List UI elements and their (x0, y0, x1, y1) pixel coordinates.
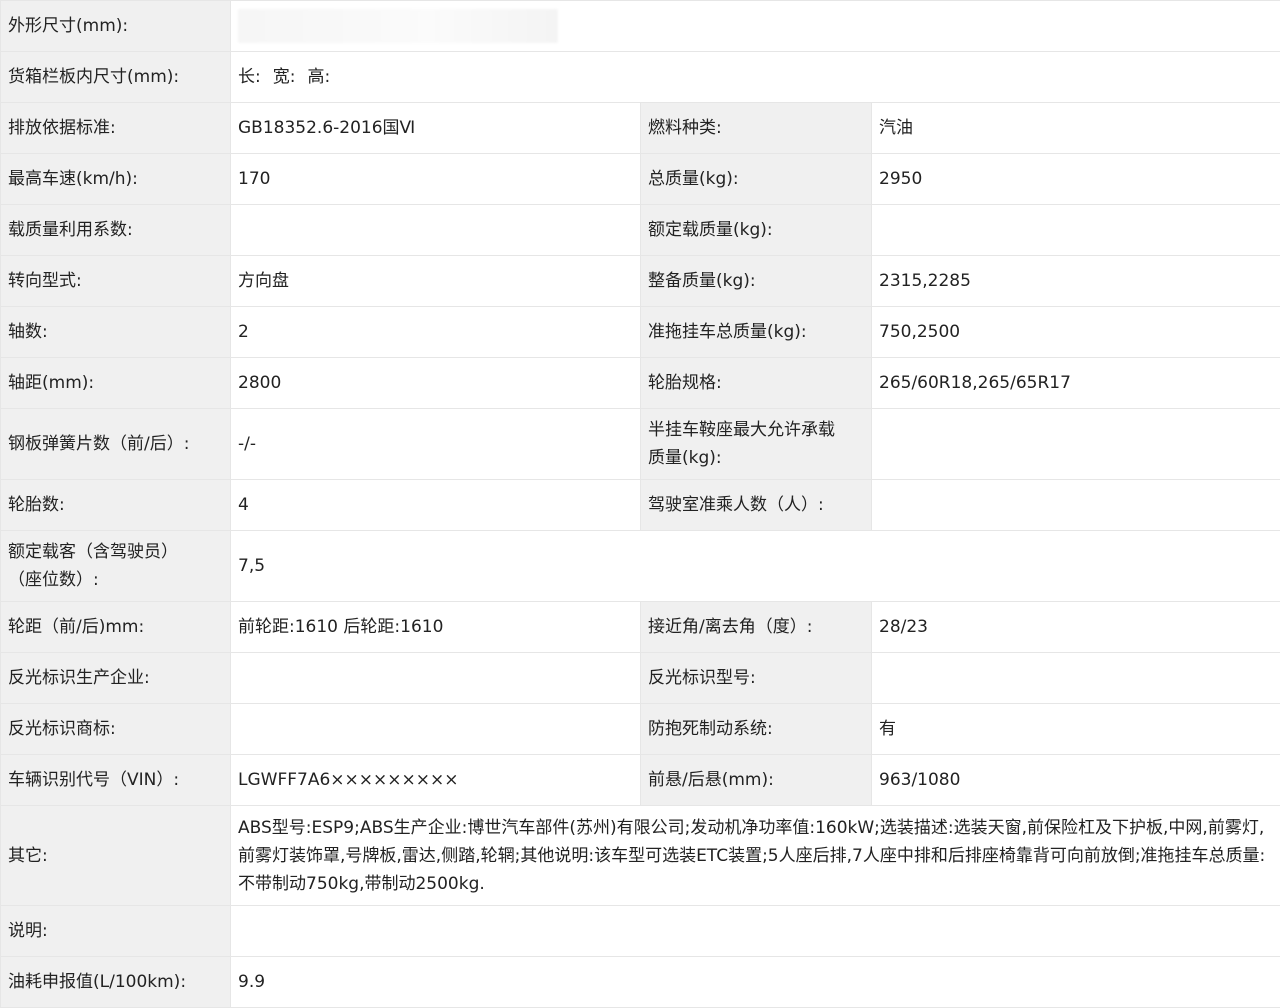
axles-label: 轴数: (0, 306, 231, 358)
table-row: 其它: ABS型号:ESP9;ABS生产企业:博世汽车部件(苏州)有限公司;发动… (0, 805, 1280, 906)
angle-label: 接近角/离去角（度）: (640, 601, 872, 653)
load-util-label: 载质量利用系数: (0, 204, 231, 256)
table-row: 最高车速(km/h): 170 总质量(kg): 2950 (0, 153, 1280, 205)
table-row: 轴数: 2 准拖挂车总质量(kg): 750,2500 (0, 306, 1280, 358)
reflect-brand-value (230, 703, 641, 755)
passengers-label: 额定载客（含驾驶员） （座位数）: (0, 530, 231, 602)
outer-size-value (229, 0, 1280, 52)
angle-value: 28/23 (870, 601, 1280, 653)
track-value: 前轮距:1610 后轮距:1610 (230, 601, 641, 653)
table-row: 车辆识别代号（VIN）: LGWFF7A6××××××××× 前悬/后悬(mm)… (0, 754, 1280, 806)
overhang-label: 前悬/后悬(mm): (640, 754, 872, 806)
table-row: 轴距(mm): 2800 轮胎规格: 265/60R18,265/65R17 (0, 357, 1280, 409)
cargo-width: 宽: (272, 67, 296, 87)
cargo-height: 高: (307, 67, 331, 87)
load-util-value (230, 204, 641, 256)
passengers-label-line2: （座位数）: (8, 570, 99, 590)
vin-value: LGWFF7A6××××××××× (230, 754, 641, 806)
cab-seats-value (870, 479, 1280, 531)
leaf-spring-label: 钢板弹簧片数（前/后）: (0, 408, 231, 480)
table-row: 转向型式: 方向盘 整备质量(kg): 2315,2285 (0, 255, 1280, 307)
table-row: 排放依据标准: GB18352.6-2016国Ⅵ 燃料种类: 汽油 (0, 102, 1280, 154)
note-value (229, 905, 1280, 957)
table-row: 轮胎数: 4 驾驶室准乘人数（人）: (0, 479, 1280, 531)
spec-table: 外形尺寸(mm): 货箱栏板内尺寸(mm): 长: 宽: 高: 排放依据标准: GB… (0, 0, 1280, 1008)
table-row: 外形尺寸(mm): (0, 0, 1280, 52)
table-row: 轮距（前/后)mm: 前轮距:1610 后轮距:1610 接近角/离去角（度）:… (0, 601, 1280, 653)
max-speed-value: 170 (230, 153, 641, 205)
wheelbase-value: 2800 (230, 357, 641, 409)
tire-count-label: 轮胎数: (0, 479, 231, 531)
cab-seats-label: 驾驶室准乘人数（人）: (640, 479, 872, 531)
fuel-label: 燃料种类: (640, 102, 872, 154)
passengers-value: 7,5 (229, 530, 1280, 602)
max-speed-label: 最高车速(km/h): (0, 153, 231, 205)
saddle-label-line1: 半挂车鞍座最大允许承载 (648, 420, 835, 440)
overhang-value: 963/1080 (870, 754, 1280, 806)
curb-mass-label: 整备质量(kg): (640, 255, 872, 307)
reflect-brand-label: 反光标识商标: (0, 703, 231, 755)
saddle-label-line2: 质量(kg): (648, 448, 722, 468)
rated-load-label: 额定载质量(kg): (640, 204, 872, 256)
reflect-model-label: 反光标识型号: (640, 652, 872, 704)
fuel-consumption-label: 油耗申报值(L/100km): (0, 956, 231, 1008)
fuel-value: 汽油 (870, 102, 1280, 154)
saddle-label: 半挂车鞍座最大允许承载 质量(kg): (640, 408, 872, 480)
outer-size-label: 外形尺寸(mm): (0, 0, 231, 52)
reflect-maker-label: 反光标识生产企业: (0, 652, 231, 704)
steering-label: 转向型式: (0, 255, 231, 307)
other-value: ABS型号:ESP9;ABS生产企业:博世汽车部件(苏州)有限公司;发动机净功率… (229, 805, 1280, 906)
track-label: 轮距（前/后)mm: (0, 601, 231, 653)
emission-value: GB18352.6-2016国Ⅵ (230, 102, 641, 154)
table-row: 货箱栏板内尺寸(mm): 长: 宽: 高: (0, 51, 1280, 103)
table-row: 额定载客（含驾驶员） （座位数）: 7,5 (0, 530, 1280, 602)
tire-spec-value: 265/60R18,265/65R17 (870, 357, 1280, 409)
emission-label: 排放依据标准: (0, 102, 231, 154)
wheelbase-label: 轴距(mm): (0, 357, 231, 409)
cargo-size-value: 长: 宽: 高: (229, 51, 1280, 103)
leaf-spring-value: -/- (230, 408, 641, 480)
reflect-maker-value (230, 652, 641, 704)
table-row: 反光标识商标: 防抱死制动系统: 有 (0, 703, 1280, 755)
vin-label: 车辆识别代号（VIN）: (0, 754, 231, 806)
tire-count-value: 4 (230, 479, 641, 531)
steering-value: 方向盘 (230, 255, 641, 307)
abs-label: 防抱死制动系统: (640, 703, 872, 755)
table-row: 载质量利用系数: 额定载质量(kg): (0, 204, 1280, 256)
table-row: 反光标识生产企业: 反光标识型号: (0, 652, 1280, 704)
towing-value: 750,2500 (870, 306, 1280, 358)
table-row: 钢板弹簧片数（前/后）: -/- 半挂车鞍座最大允许承载 质量(kg): (0, 408, 1280, 480)
table-row: 油耗申报值(L/100km): 9.9 (0, 956, 1280, 1008)
fuel-consumption-value: 9.9 (229, 956, 1280, 1008)
masked-value (238, 9, 558, 43)
passengers-label-line1: 额定载客（含驾驶员） (8, 542, 178, 562)
rated-load-value (870, 204, 1280, 256)
cargo-size-label: 货箱栏板内尺寸(mm): (0, 51, 231, 103)
table-row: 说明: (0, 905, 1280, 957)
total-mass-label: 总质量(kg): (640, 153, 872, 205)
abs-value: 有 (870, 703, 1280, 755)
axles-value: 2 (230, 306, 641, 358)
note-label: 说明: (0, 905, 231, 957)
tire-spec-label: 轮胎规格: (640, 357, 872, 409)
cargo-length: 长: (238, 67, 261, 87)
towing-label: 准拖挂车总质量(kg): (640, 306, 872, 358)
other-label: 其它: (0, 805, 231, 906)
reflect-model-value (870, 652, 1280, 704)
total-mass-value: 2950 (870, 153, 1280, 205)
curb-mass-value: 2315,2285 (870, 255, 1280, 307)
saddle-value (870, 408, 1280, 480)
